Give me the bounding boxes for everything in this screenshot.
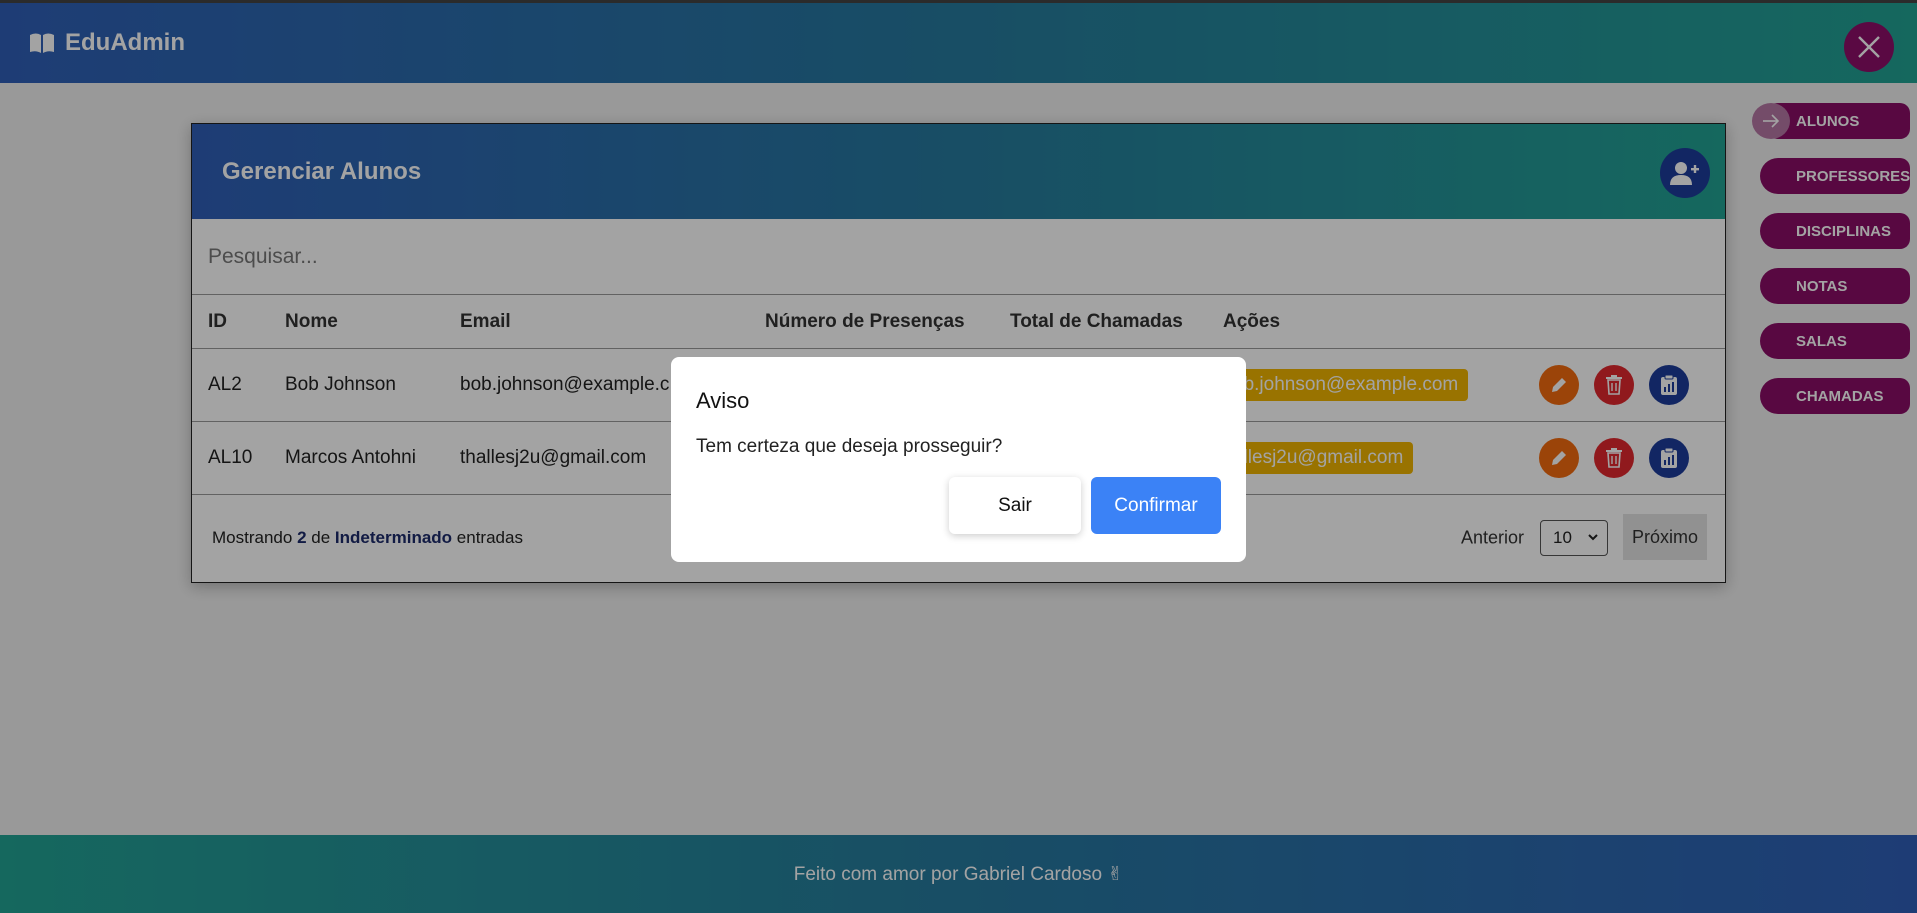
cancel-button[interactable]: Sair — [949, 477, 1081, 534]
dialog-title: Aviso — [696, 388, 750, 413]
dialog-message: Tem certeza que deseja prosseguir? — [696, 436, 1003, 457]
confirm-dialog: Aviso Tem certeza que deseja prosseguir?… — [671, 357, 1246, 562]
confirm-button[interactable]: Confirmar — [1091, 477, 1221, 534]
